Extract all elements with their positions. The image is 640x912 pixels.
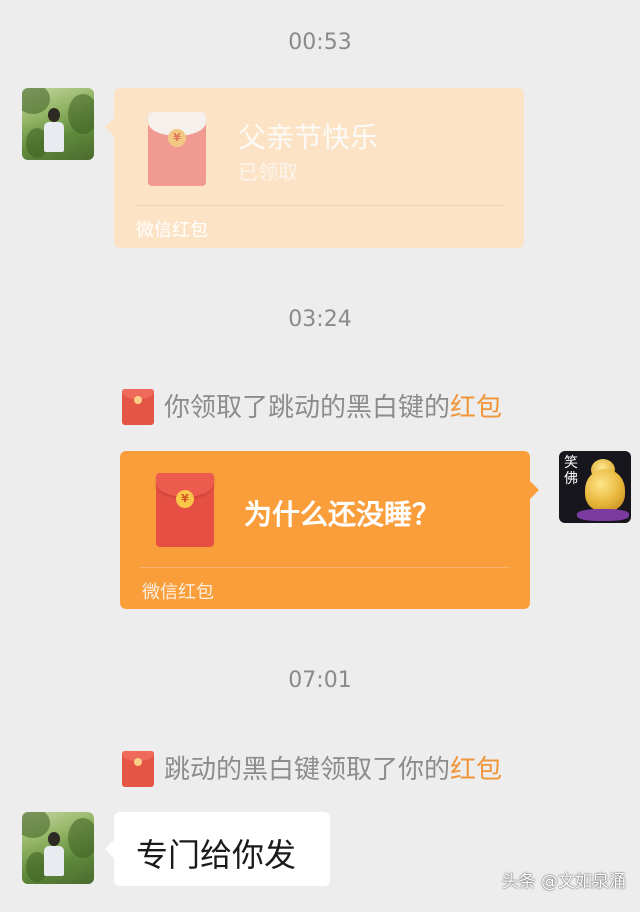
red-packet-status: 已领取 [238,160,298,184]
red-packet-title: 父亲节快乐 [238,121,379,154]
red-packet-link[interactable]: 红包 [450,393,502,423]
my-avatar[interactable]: 笑佛 [559,451,631,523]
contact-avatar[interactable] [22,88,94,160]
red-packet-message-sent[interactable]: ¥ 为什么还没睡？ 微信红包 [120,451,539,609]
red-envelope-icon [122,389,154,425]
red-packet-divider [134,205,504,206]
red-packet-divider [140,567,510,568]
red-envelope-icon: ¥ [156,473,214,547]
red-envelope-icon [122,751,154,787]
red-packet-footer: 微信红包 [142,582,214,603]
red-envelope-icon: ¥ [148,112,206,186]
system-notice-text: 你领取了跳动的黑白键的 [164,393,451,423]
timestamp: 03:24 [288,307,352,332]
watermark: 头条 @文如泉涌 [501,872,626,892]
avatar-label: 笑佛 [564,455,578,487]
system-notice-text: 跳动的黑白键领取了你的 [164,755,451,785]
contact-avatar[interactable] [22,812,94,884]
timestamp: 00:53 [288,30,352,55]
red-packet-link[interactable]: 红包 [450,755,502,785]
red-packet-title: 为什么还没睡？ [244,498,441,531]
text-message: 专门给你发 [136,836,297,874]
red-packet-footer: 微信红包 [136,220,208,241]
text-message-bubble[interactable]: 专门给你发 [105,812,330,886]
red-packet-message-claimed[interactable]: ¥ 父亲节快乐 已领取 微信红包 [105,88,524,248]
timestamp: 07:01 [288,668,352,693]
system-notice: 你领取了跳动的黑白键的红包 [120,383,560,427]
system-notice: 跳动的黑白键领取了你的红包 [120,745,560,789]
